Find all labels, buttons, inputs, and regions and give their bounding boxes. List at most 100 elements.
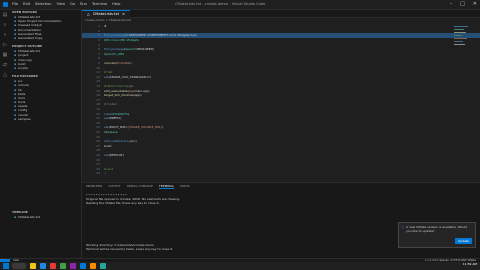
code-token: main.cpp) [134, 88, 150, 93]
code-token: (src) [129, 139, 137, 144]
maximize-icon[interactable]: □ [460, 1, 465, 7]
line-number: 33 [96, 171, 100, 176]
taskbar-app-icon[interactable] [80, 263, 86, 269]
remote-icon[interactable]: ⇄ [0, 60, 10, 70]
code-token: add_subdirectory [104, 139, 130, 144]
panel-tab-problems[interactable]: PROBLEMS [86, 184, 102, 188]
code-token: target_link_libraries [104, 93, 134, 98]
code-token: # end [104, 166, 114, 171]
vscode-logo-icon[interactable] [3, 2, 8, 7]
folder-icon: ▪ [14, 116, 17, 121]
panel-tab-terminal[interactable]: TERMINAL [158, 184, 175, 189]
files-icon[interactable]: ▤ [0, 10, 10, 20]
line-number: 16 [96, 93, 100, 98]
run-debug-icon[interactable]: ▷ [0, 40, 10, 50]
code-token: # Set [104, 70, 113, 75]
line-number: 32 [96, 166, 100, 171]
outline-label: scripts [18, 65, 28, 70]
timeline-label: CMakeLists.txt [18, 215, 40, 220]
panel-tab-output[interactable]: OUTPUT [108, 184, 120, 188]
window-title: CMakeLists.txt - cmake-demo - Visual Stu… [175, 2, 266, 6]
code-token: (DEFAULT) [108, 152, 124, 157]
window-controls: – □ ✕ [450, 1, 477, 7]
code-token: (app) [133, 93, 142, 98]
menu-item-run[interactable]: Run [80, 2, 87, 7]
line-number: 24 [96, 129, 100, 134]
code-line: 33 .. [82, 171, 480, 176]
os-taskbar: 11:59 AM [0, 262, 480, 270]
taskbar-app-icon[interactable] [30, 263, 36, 269]
editor-tab[interactable]: △ CMakeLists.txt × [82, 10, 130, 18]
line-number: 25 [96, 134, 100, 139]
minimize-icon[interactable]: – [450, 1, 453, 7]
menu-item-go[interactable]: Go [70, 2, 75, 7]
code-token: Release [105, 129, 118, 134]
menu-item-edit[interactable]: Edit [23, 2, 30, 7]
title-bar: File Edit Selection View Go Run Terminal Help C… [0, 0, 480, 10]
open-editor-label: Generated Copy [18, 36, 43, 41]
menu-item-selection[interactable]: Selection [35, 2, 52, 7]
menu-item-view[interactable]: View [57, 2, 66, 7]
line-number: 9 [98, 61, 100, 66]
clock-time: 11:59 AM [462, 262, 477, 266]
menu-bar: File Edit Selection View Go Run Terminal Help [12, 2, 120, 7]
notification-action-button[interactable]: Update [455, 238, 472, 244]
file-tree-item[interactable]: ▪ samples [10, 117, 81, 121]
info-icon: ⓘ [401, 225, 405, 229]
line-number: 31 [96, 162, 100, 167]
taskbar-app-icon[interactable] [60, 263, 66, 269]
code-token: install [104, 111, 113, 116]
menu-item-terminal[interactable]: Terminal [92, 2, 107, 7]
line-number: 28 [96, 148, 100, 153]
code-token: ) [162, 125, 164, 130]
code-token: find_package [104, 47, 124, 52]
code-token: REQUIRED COMPONENTS Core Widgets Gui) [130, 33, 197, 38]
line-number: 3 [98, 33, 100, 38]
cmake-icon[interactable]: △ [0, 70, 10, 80]
line-number: 1 [98, 24, 100, 29]
code-token: TARGETS [114, 111, 128, 116]
taskbar-app-icon[interactable] [70, 263, 76, 269]
panel-tab-debug-console[interactable]: DEBUG CONSOLE [127, 184, 153, 188]
terminal-output[interactable]: * * * * * * * * * * * * * * * * * Origina… [86, 193, 406, 252]
panel-tab-ports[interactable]: PORTS [180, 184, 190, 188]
editor-tabs: △ CMakeLists.txt × [82, 10, 480, 18]
symbol-icon: ▪ [14, 65, 17, 70]
code-token: # [104, 24, 107, 29]
taskbar-app-icon[interactable] [40, 263, 46, 269]
taskbar-app-icon[interactable] [50, 263, 56, 269]
code-token: (PREFIX) [108, 116, 122, 121]
taskbar-clock[interactable]: 11:59 AM [463, 262, 477, 266]
start-icon[interactable] [3, 263, 9, 269]
menu-item-help[interactable]: Help [112, 2, 120, 7]
close-tab-icon[interactable]: × [122, 12, 125, 17]
line-number: 23 [96, 125, 100, 130]
taskbar-app-icon[interactable] [100, 263, 106, 269]
line-number: 6 [98, 47, 100, 52]
code-token: REQUIRED) [137, 47, 155, 52]
line-number: 7 [98, 51, 100, 56]
close-icon[interactable]: ✕ [473, 1, 477, 7]
line-number: 21 [96, 116, 100, 121]
line-number: 2 [98, 28, 100, 33]
taskbar-app-icon[interactable] [90, 263, 96, 269]
code-editor[interactable]: 1 #2 3 find_package(Qt6 REQUIRED COMPONENTS… [82, 24, 480, 182]
code-token: OpenCV [125, 47, 138, 52]
minimap[interactable] [454, 24, 472, 64]
code-token: ) [149, 74, 152, 79]
timeline-item[interactable]: ▪ CMakeLists.txt [10, 215, 81, 220]
line-number: 8 [98, 56, 100, 61]
breadcrumb[interactable]: cmake-demo > CMakeLists.txt [82, 18, 480, 23]
file-type-icon: △ [87, 12, 90, 16]
sidebar: OPEN EDITORS ▪ CMakeLists.txt ▪ Open Projec… [10, 10, 82, 258]
extensions-icon[interactable]: ▦ [0, 50, 10, 60]
code-token: ${CMAKE_SOURCE_DIR} [125, 125, 163, 130]
file-tree: ▪ src ▪ include ▪ lib ▪ tests ▪ docs ▪ tools ▪ assets… [10, 79, 81, 121]
taskbar-search-icon[interactable] [12, 263, 26, 269]
line-number: 18 [96, 102, 100, 107]
source-control-icon[interactable]: ⑂ [0, 30, 10, 40]
menu-item-file[interactable]: File [12, 2, 18, 7]
tab-label: CMakeLists.txt [92, 12, 119, 16]
code-token: find_package [104, 33, 124, 38]
search-icon[interactable]: ⌕ [0, 20, 10, 30]
